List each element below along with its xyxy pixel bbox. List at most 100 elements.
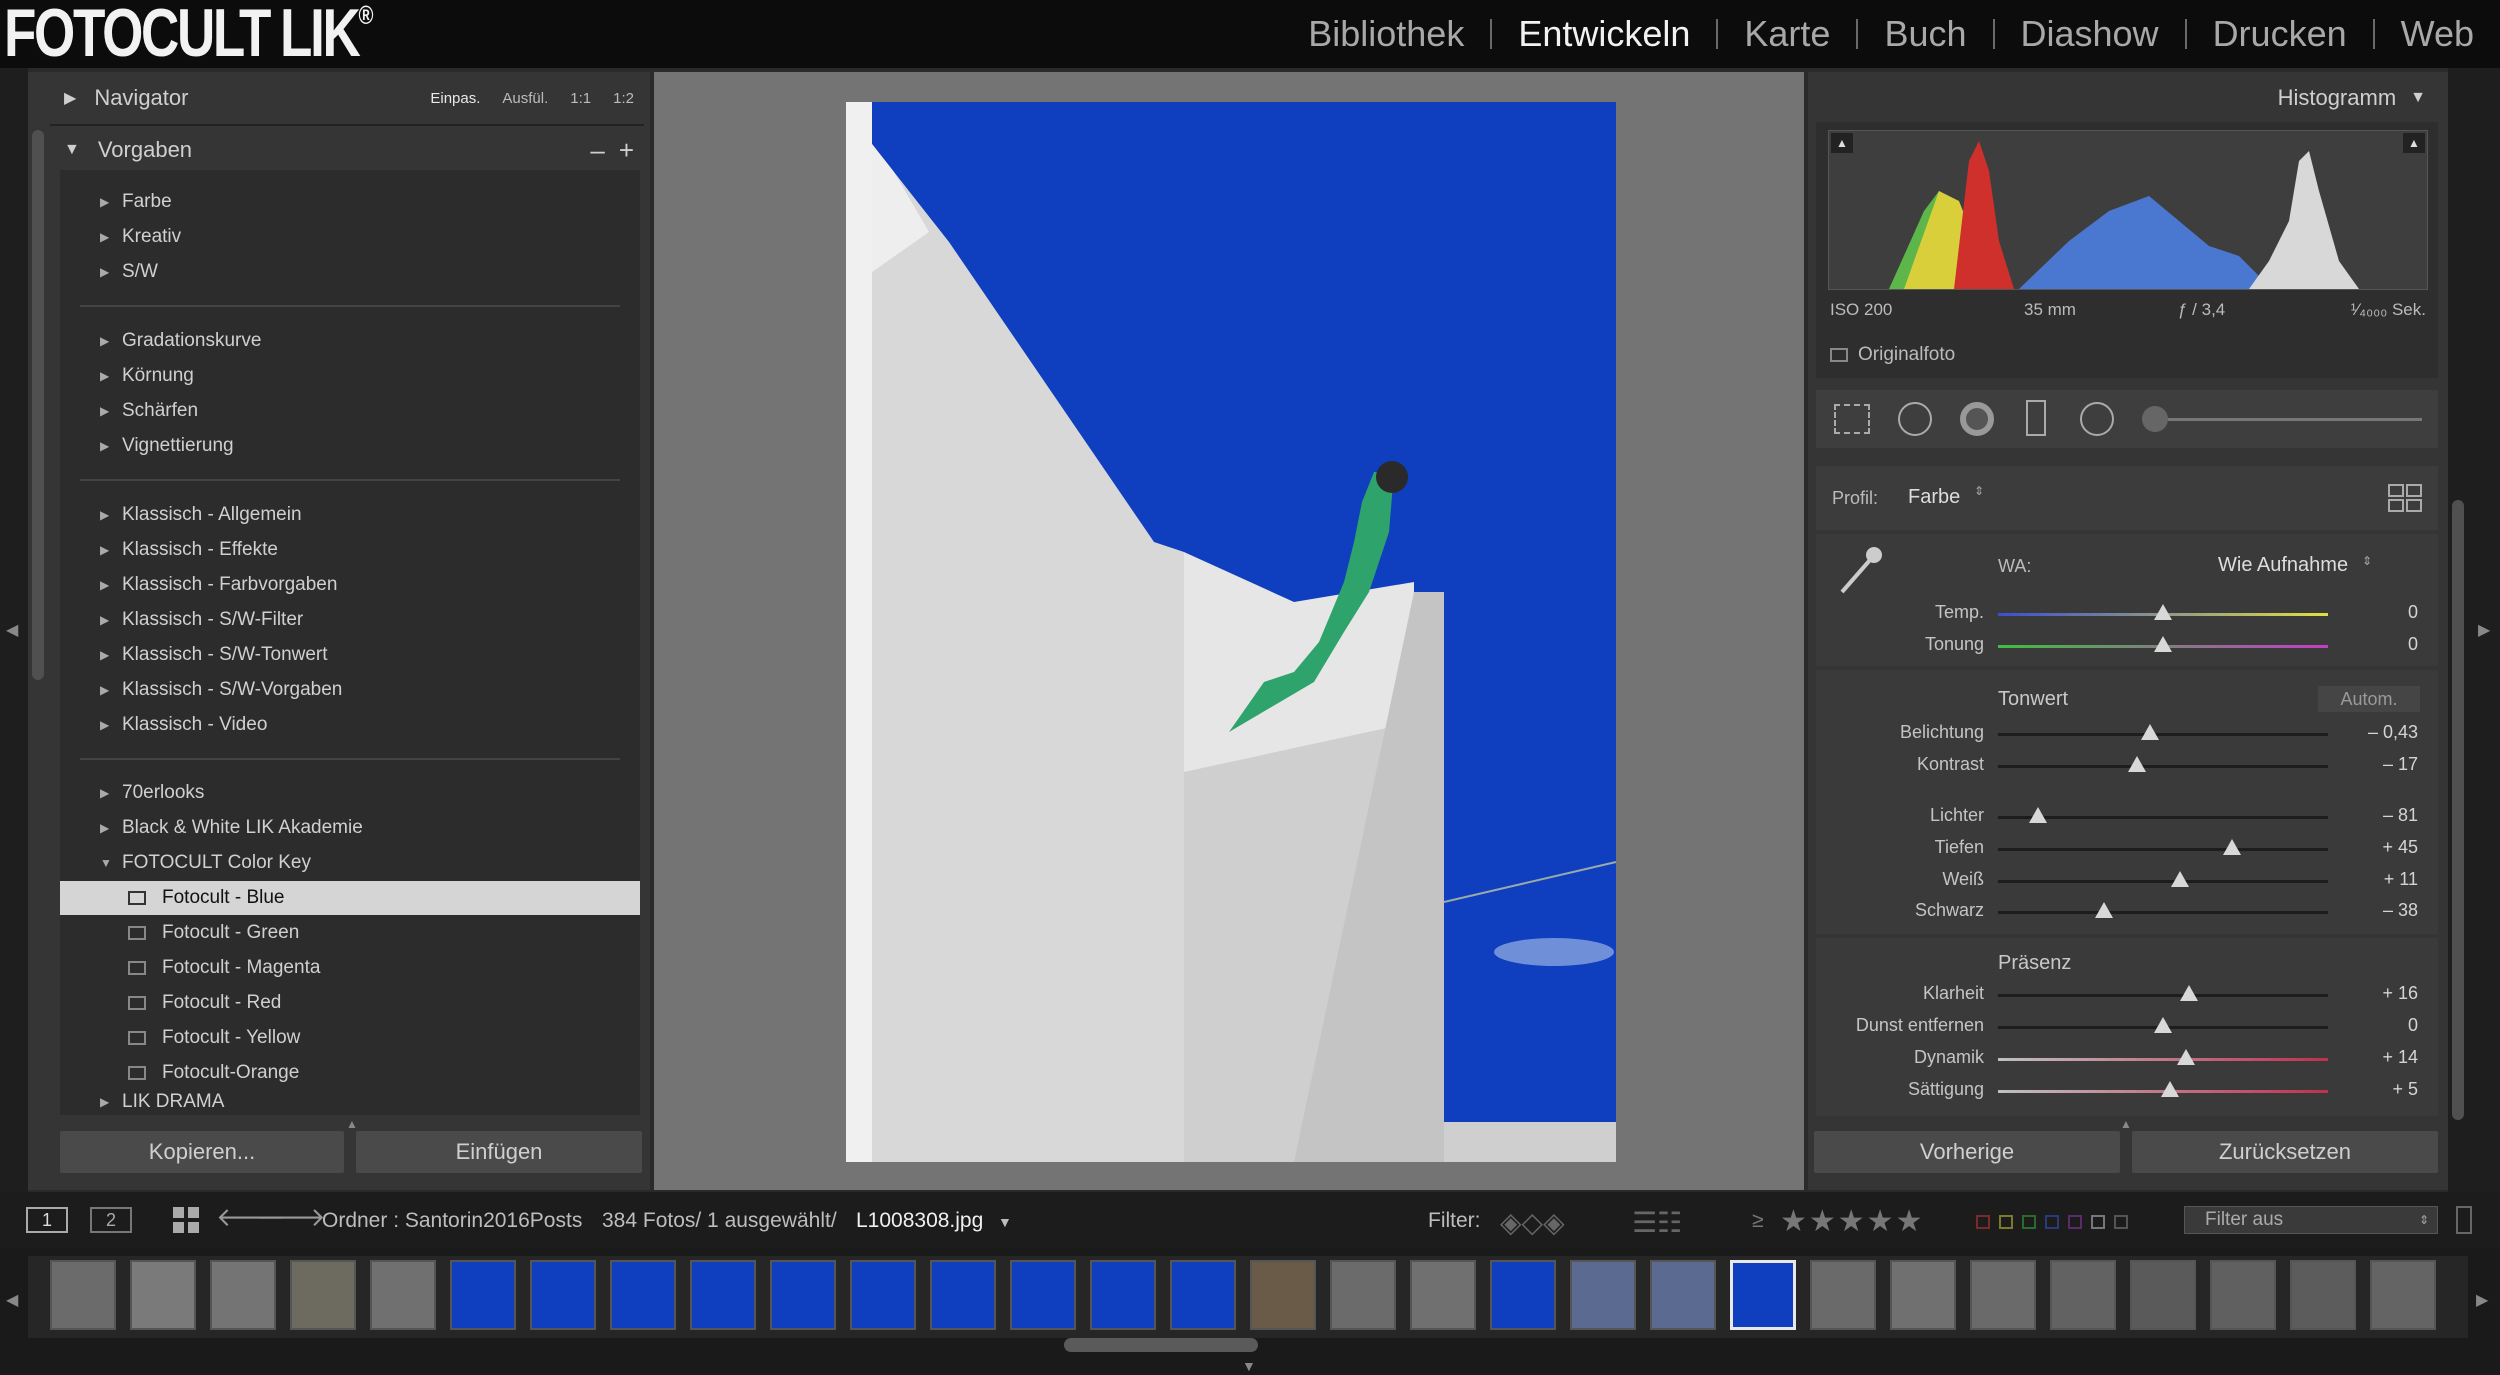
slider-track[interactable] [1998, 1058, 2328, 1061]
module-drucken[interactable]: Drucken [2187, 13, 2373, 55]
filmstrip-thumbnail[interactable] [450, 1260, 516, 1330]
remove-preset-button[interactable]: – [590, 135, 618, 166]
preset-folder[interactable]: ▶ LIK DRAMA [60, 1088, 640, 1115]
filmstrip-thumbnail[interactable] [2050, 1260, 2116, 1330]
preset-folder[interactable]: ▶ Schärfen [60, 394, 640, 428]
slider-track[interactable] [1998, 816, 2328, 819]
slider-value[interactable]: – 17 [2328, 754, 2418, 775]
filmstrip-thumbnail[interactable] [1410, 1260, 1476, 1330]
preset-item[interactable]: Fotocult - Red [60, 986, 640, 1020]
zoom-1-1[interactable]: 1:1 [570, 90, 591, 107]
preset-item[interactable]: Fotocult - Magenta [60, 951, 640, 985]
preset-folder[interactable]: ▶ 70erlooks [60, 776, 640, 810]
slider-value[interactable]: 0 [2328, 634, 2418, 655]
slider-thumb[interactable] [2140, 724, 2159, 740]
green-label-icon[interactable] [2022, 1215, 2036, 1229]
rating-operator[interactable]: ≥ [1752, 1209, 1764, 1233]
filmstrip-thumbnail[interactable] [1970, 1260, 2036, 1330]
slider-track[interactable] [1998, 880, 2328, 883]
yellow-label-icon[interactable] [1999, 1215, 2013, 1229]
flag-filter-icons[interactable]: ◈◇◈ [1500, 1206, 1565, 1239]
filmstrip-thumbnail[interactable] [1890, 1260, 1956, 1330]
filmstrip-thumbnail[interactable] [1090, 1260, 1156, 1330]
purple-label-icon[interactable] [2068, 1215, 2082, 1229]
profile-select[interactable]: Farbe [1908, 486, 1960, 509]
add-preset-button[interactable]: + [619, 135, 644, 166]
crop-icon[interactable] [1834, 404, 1870, 434]
slider-thumb[interactable] [2180, 985, 2199, 1001]
histogram-graph[interactable]: ▲ ▲ [1828, 130, 2428, 290]
zoom-fit[interactable]: Einpas. [430, 90, 480, 107]
navigator-header[interactable]: ▶ Navigator Einpas. Ausfül. 1:1 1:2 [64, 76, 644, 120]
copy-button[interactable]: Kopieren... [60, 1131, 344, 1173]
preset-folder[interactable]: ▶ Klassisch - Farbvorgaben [60, 568, 640, 602]
slider-track[interactable] [1998, 911, 2328, 914]
filmstrip-thumbnail[interactable] [610, 1260, 676, 1330]
collapse-right-icon[interactable]: ▶ [2478, 620, 2490, 640]
filmstrip-thumbnail[interactable] [2290, 1260, 2356, 1330]
slider-thumb[interactable] [2170, 871, 2189, 887]
filmstrip-thumbnail[interactable] [850, 1260, 916, 1330]
filmstrip-thumbnail[interactable] [1250, 1260, 1316, 1330]
slider-track[interactable] [1998, 733, 2328, 736]
module-buch[interactable]: Buch [1858, 13, 1992, 55]
filmstrip-thumbnail[interactable] [210, 1260, 276, 1330]
dropdown-arrow-icon[interactable]: ▼ [998, 1214, 1012, 1230]
zoom-1-2[interactable]: 1:2 [613, 90, 634, 107]
forward-arrow-icon[interactable]: 🡒 [256, 1202, 326, 1233]
preset-item[interactable]: Fotocult - Yellow [60, 1021, 640, 1055]
filmstrip-thumbnail[interactable] [2130, 1260, 2196, 1330]
preset-folder[interactable]: ▶ Black & White LIK Akademie [60, 811, 640, 845]
preset-folder[interactable]: ▶ Klassisch - Video [60, 708, 640, 742]
scroll-right-icon[interactable]: ▶ [2476, 1290, 2488, 1310]
filmstrip-thumbnail[interactable] [1650, 1260, 1716, 1330]
filmstrip-thumbnail[interactable] [690, 1260, 756, 1330]
filmstrip-thumbnail[interactable] [2370, 1260, 2436, 1330]
scroll-left-icon[interactable]: ◀ [6, 1290, 18, 1310]
slider-value[interactable]: + 11 [2328, 869, 2418, 890]
preset-folder[interactable]: ▶ Klassisch - Effekte [60, 533, 640, 567]
filmstrip-thumbnail[interactable] [1570, 1260, 1636, 1330]
slider-value[interactable]: – 0,43 [2328, 722, 2418, 743]
preset-folder[interactable]: ▶ Klassisch - S/W-Filter [60, 603, 640, 637]
left-panel-scrollbar[interactable] [32, 130, 44, 680]
slider-value[interactable]: + 14 [2328, 1047, 2418, 1068]
right-panel-scrollbar[interactable] [2452, 500, 2464, 1120]
folder-source[interactable]: Ordner : Santorin2016Posts [322, 1209, 582, 1233]
preset-folder-open[interactable]: ▼ FOTOCULT Color Key [60, 846, 640, 880]
filmstrip-thumbnail[interactable] [1330, 1260, 1396, 1330]
filmstrip-thumbnail[interactable] [2210, 1260, 2276, 1330]
filmstrip-thumbnail[interactable] [1010, 1260, 1076, 1330]
slider-thumb[interactable] [2154, 604, 2172, 620]
preset-folder[interactable]: ▶ Farbe [60, 185, 640, 219]
slider-thumb[interactable] [2154, 1017, 2172, 1033]
slider-thumb[interactable] [2223, 839, 2242, 855]
preset-folder[interactable]: ▶ Vignettierung [60, 429, 640, 463]
reset-button[interactable]: Zurücksetzen [2132, 1131, 2438, 1173]
slider-thumb[interactable] [2028, 807, 2047, 823]
main-window-button[interactable]: 1 [26, 1207, 68, 1233]
filmstrip-thumbnail[interactable] [1810, 1260, 1876, 1330]
filmstrip-thumbnail[interactable] [930, 1260, 996, 1330]
previous-button[interactable]: Vorherige [1814, 1131, 2120, 1173]
slider-thumb[interactable] [2094, 902, 2113, 918]
preset-item[interactable]: Fotocult - Green [60, 916, 640, 950]
wb-select[interactable]: Wie Aufnahme [2218, 554, 2348, 577]
preset-item[interactable]: Fotocult-Orange [60, 1056, 640, 1090]
checkbox-icon[interactable] [1830, 348, 1848, 362]
preset-folder[interactable]: ▶ Gradationskurve [60, 324, 640, 358]
slider-track[interactable] [1998, 765, 2328, 768]
preset-folder[interactable]: ▶ Körnung [60, 359, 640, 393]
current-filename[interactable]: L1008308.jpg [856, 1209, 983, 1233]
filmstrip-scrollbar[interactable] [1064, 1338, 1258, 1352]
presets-header[interactable]: ▼ Vorgaben – + [64, 128, 644, 172]
filmstrip-thumbnail[interactable] [290, 1260, 356, 1330]
edit-status-filter-icons[interactable]: ☰☷ [1632, 1206, 1682, 1239]
left-edge-strip[interactable]: ◀ [0, 68, 28, 1192]
preset-folder[interactable]: ▶ Klassisch - S/W-Tonwert [60, 638, 640, 672]
slider-thumb[interactable] [2160, 1081, 2179, 1097]
preset-folder[interactable]: ▶ Klassisch - S/W-Vorgaben [60, 673, 640, 707]
brush-icon[interactable] [2142, 406, 2168, 432]
auto-tone-button[interactable]: Autom. [2318, 686, 2420, 712]
collapse-left-icon[interactable]: ◀ [6, 620, 18, 640]
